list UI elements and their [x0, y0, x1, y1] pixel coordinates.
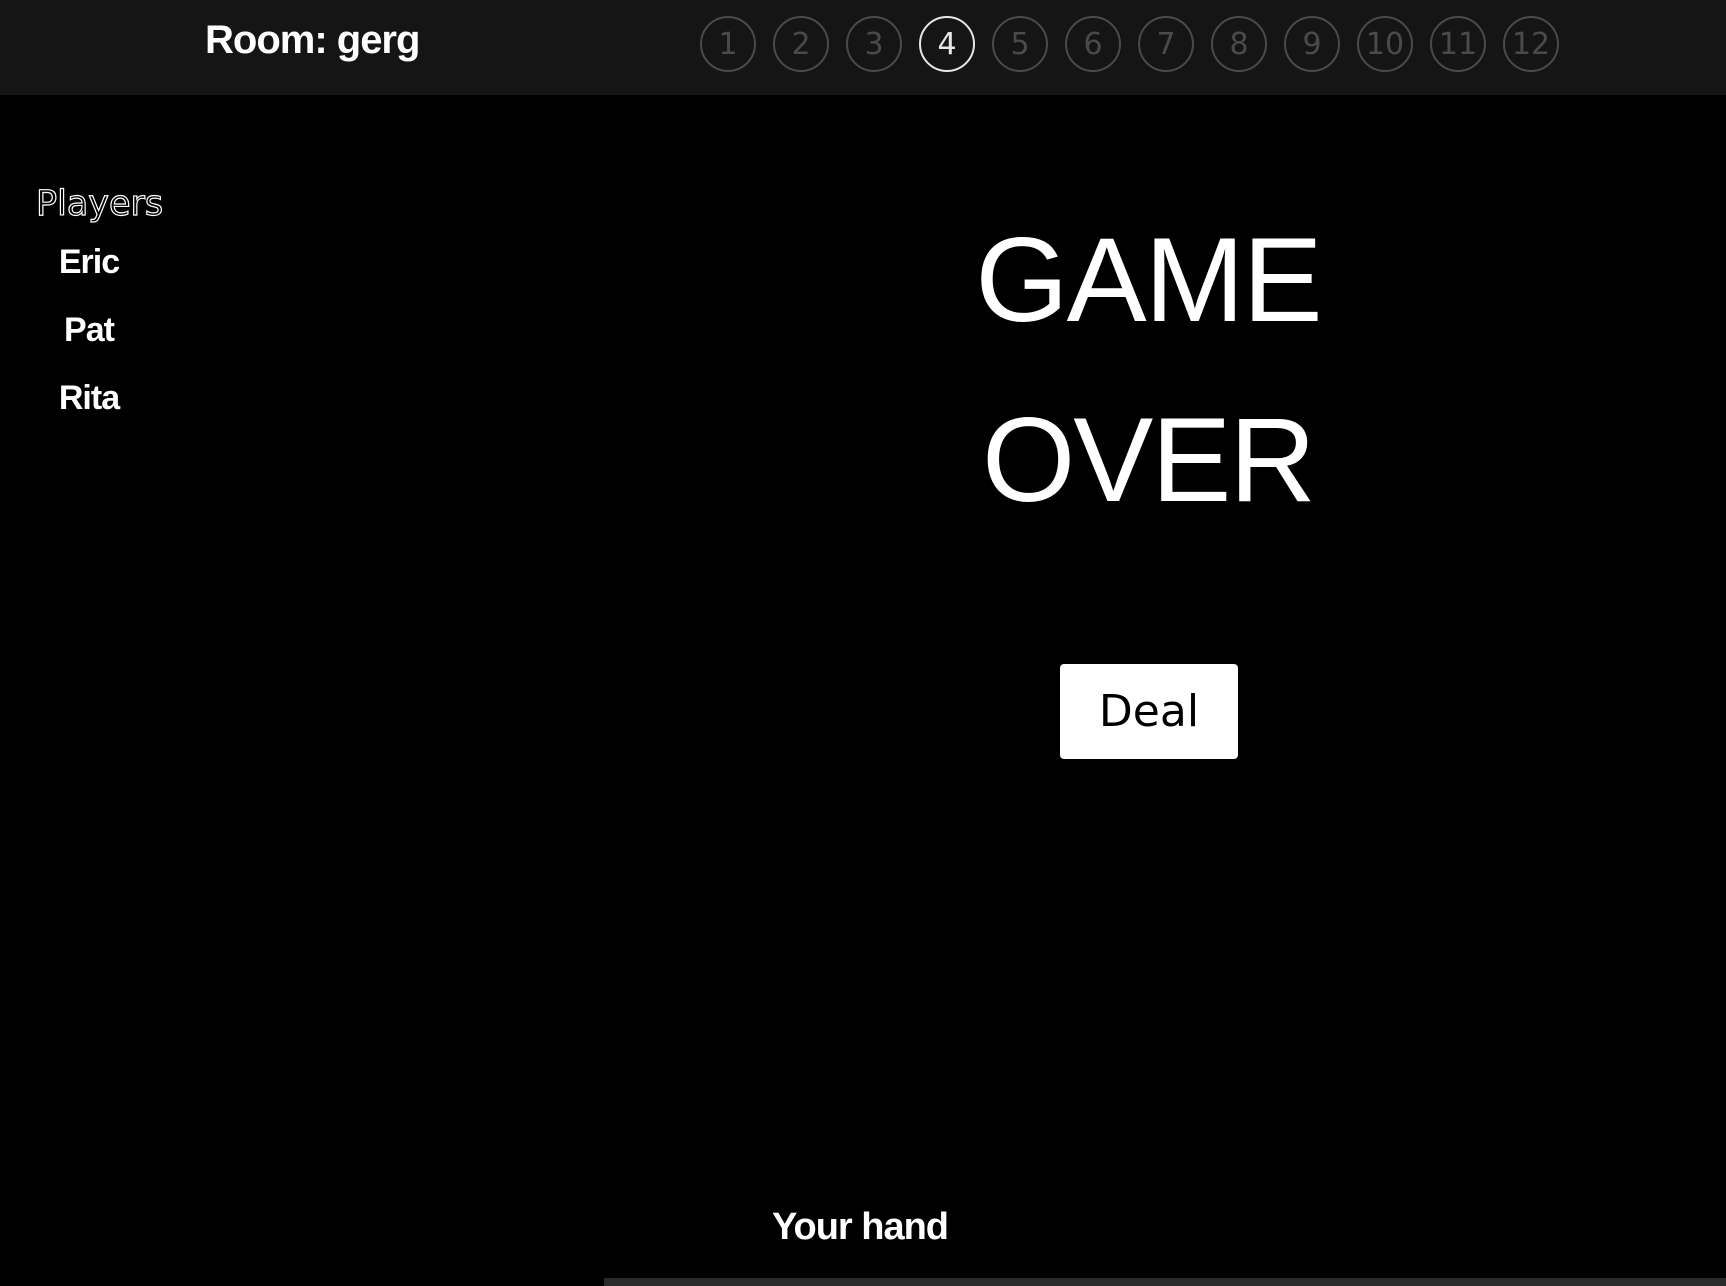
- player-name-rita: Rita: [58, 379, 120, 417]
- deal-button[interactable]: Deal: [1060, 664, 1238, 759]
- round-button-4[interactable]: 4: [919, 16, 975, 72]
- round-button-12[interactable]: 12: [1503, 16, 1559, 72]
- player-list: Eric Pat Rita: [0, 243, 178, 447]
- player-name-pat: Pat: [64, 311, 115, 349]
- player-name-eric: Eric: [58, 243, 120, 281]
- top-bar: Room: gerg 1 2 3 4 5 6 7 8 9 10 11 12: [0, 0, 1726, 95]
- round-button-3[interactable]: 3: [846, 16, 902, 72]
- round-button-5[interactable]: 5: [992, 16, 1048, 72]
- round-button-8[interactable]: 8: [1211, 16, 1267, 72]
- game-over-message: GAME OVER: [948, 190, 1348, 550]
- hand-area: [604, 1278, 1726, 1286]
- players-heading: Players: [35, 183, 164, 224]
- round-button-1[interactable]: 1: [700, 16, 756, 72]
- round-button-2[interactable]: 2: [773, 16, 829, 72]
- your-hand-label: Your hand: [771, 1206, 949, 1248]
- round-button-6[interactable]: 6: [1065, 16, 1121, 72]
- game-over-line-2: OVER: [981, 393, 1316, 527]
- round-selector: 1 2 3 4 5 6 7 8 9 10 11 12: [700, 16, 1559, 72]
- round-button-7[interactable]: 7: [1138, 16, 1194, 72]
- game-over-line-1: GAME: [975, 213, 1322, 347]
- room-title: Room: gerg: [205, 18, 420, 62]
- round-button-10[interactable]: 10: [1357, 16, 1413, 72]
- round-button-9[interactable]: 9: [1284, 16, 1340, 72]
- round-button-11[interactable]: 11: [1430, 16, 1486, 72]
